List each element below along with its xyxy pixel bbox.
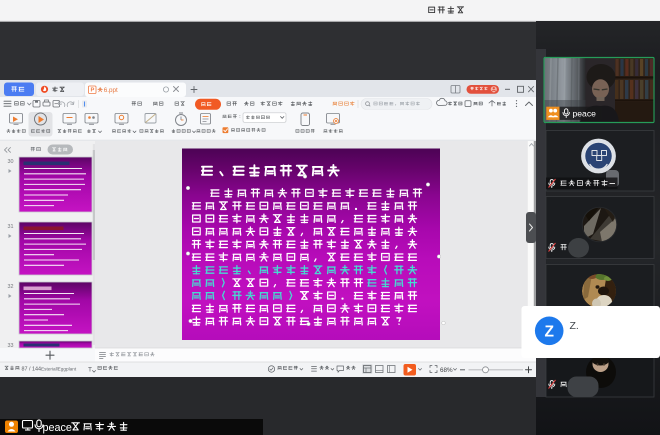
svg-text:P: P — [91, 88, 95, 94]
svg-text:Z.: Z. — [570, 320, 579, 332]
svg-text:33: 33 — [8, 343, 14, 349]
svg-text:peace: peace — [43, 422, 72, 434]
svg-text:31: 31 — [8, 224, 14, 230]
svg-text:Z: Z — [544, 323, 554, 340]
svg-text:peace: peace — [573, 109, 597, 119]
svg-text:30: 30 — [8, 159, 14, 165]
svg-text:87 / 144: 87 / 144 — [22, 367, 41, 373]
svg-text:EsteriallEggplant: EsteriallEggplant — [41, 366, 77, 371]
svg-text:6.ppt: 6.ppt — [104, 87, 118, 94]
svg-text:T: T — [88, 367, 92, 374]
svg-text:68%: 68% — [440, 367, 453, 374]
svg-text:32: 32 — [8, 284, 14, 290]
